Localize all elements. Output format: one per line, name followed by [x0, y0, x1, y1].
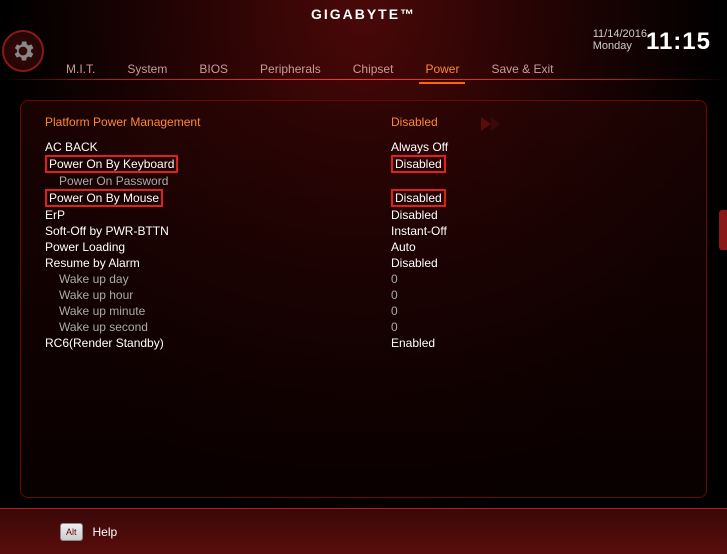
header: GIGABYTE™ 11/14/2016 Monday 11:15 M.I.T.…: [0, 0, 727, 80]
setting-label: Wake up hour: [45, 287, 391, 303]
setting-value: 0: [391, 319, 398, 335]
day: Monday: [593, 40, 647, 52]
setting-row[interactable]: Resume by AlarmDisabled: [45, 255, 682, 271]
setting-label: RC6(Render Standby): [45, 335, 391, 351]
tab-power[interactable]: Power: [409, 58, 475, 80]
setting-value: Enabled: [391, 335, 435, 351]
chevron-icon: [491, 117, 501, 131]
setting-value: Disabled: [391, 155, 446, 173]
brand-logo: GIGABYTE™: [311, 6, 416, 22]
setting-row[interactable]: Soft-Off by PWR-BTTNInstant-Off: [45, 223, 682, 239]
setting-label: Wake up day: [45, 271, 391, 287]
tab-chipset[interactable]: Chipset: [337, 58, 410, 80]
setting-label: AC BACK: [45, 139, 391, 155]
datetime: 11/14/2016 Monday: [593, 28, 647, 52]
setting-row[interactable]: Wake up minute0: [45, 303, 682, 319]
setting-row[interactable]: RC6(Render Standby)Enabled: [45, 335, 682, 351]
setting-row[interactable]: Wake up second0: [45, 319, 682, 335]
section-header[interactable]: Platform Power Management Disabled: [45, 115, 682, 129]
setting-value: 0: [391, 303, 398, 319]
settings-list: AC BACKAlways OffPower On By KeyboardDis…: [45, 139, 682, 351]
setting-label: Power On Password: [45, 173, 391, 189]
setting-row[interactable]: ErPDisabled: [45, 207, 682, 223]
help-label[interactable]: Help: [93, 525, 118, 539]
tab-system[interactable]: System: [111, 58, 183, 80]
setting-row[interactable]: Power On By KeyboardDisabled: [45, 155, 682, 173]
chevron-icon: [481, 117, 491, 131]
setting-row[interactable]: Wake up day0: [45, 271, 682, 287]
setting-value: Auto: [391, 239, 416, 255]
content-panel: Platform Power Management Disabled AC BA…: [20, 100, 707, 498]
side-handle[interactable]: [719, 210, 727, 250]
divider: [0, 79, 727, 80]
settings-gear-icon[interactable]: [2, 30, 44, 72]
tab-m-i-t-[interactable]: M.I.T.: [50, 58, 111, 80]
setting-value: 0: [391, 287, 398, 303]
setting-label: Resume by Alarm: [45, 255, 391, 271]
setting-value: Disabled: [391, 255, 438, 271]
setting-label: Wake up minute: [45, 303, 391, 319]
tab-bios[interactable]: BIOS: [183, 58, 244, 80]
tab-save-exit[interactable]: Save & Exit: [475, 58, 569, 80]
setting-label: Power Loading: [45, 239, 391, 255]
setting-value: Disabled: [391, 189, 446, 207]
setting-label: Soft-Off by PWR-BTTN: [45, 223, 391, 239]
clock: 11:15: [646, 28, 711, 56]
setting-row[interactable]: Power On By MouseDisabled: [45, 189, 682, 207]
setting-value: 0: [391, 271, 398, 287]
setting-row[interactable]: AC BACKAlways Off: [45, 139, 682, 155]
setting-value: Instant-Off: [391, 223, 447, 239]
date: 11/14/2016: [593, 28, 647, 40]
setting-row[interactable]: Power On Password: [45, 173, 682, 189]
nav-tabs: M.I.T.SystemBIOSPeripheralsChipsetPowerS…: [50, 58, 569, 80]
section-title: Platform Power Management: [45, 115, 200, 129]
setting-value: Disabled: [391, 207, 438, 223]
tab-peripherals[interactable]: Peripherals: [244, 58, 337, 80]
setting-label: Power On By Keyboard: [45, 155, 391, 173]
setting-row[interactable]: Wake up hour0: [45, 287, 682, 303]
setting-label: Power On By Mouse: [45, 189, 391, 207]
footer: Alt Help: [0, 508, 727, 554]
setting-label: Wake up second: [45, 319, 391, 335]
setting-value: Always Off: [391, 139, 448, 155]
section-value: Disabled: [391, 115, 438, 129]
setting-label: ErP: [45, 207, 391, 223]
setting-row[interactable]: Power LoadingAuto: [45, 239, 682, 255]
alt-key-icon: Alt: [60, 523, 83, 541]
